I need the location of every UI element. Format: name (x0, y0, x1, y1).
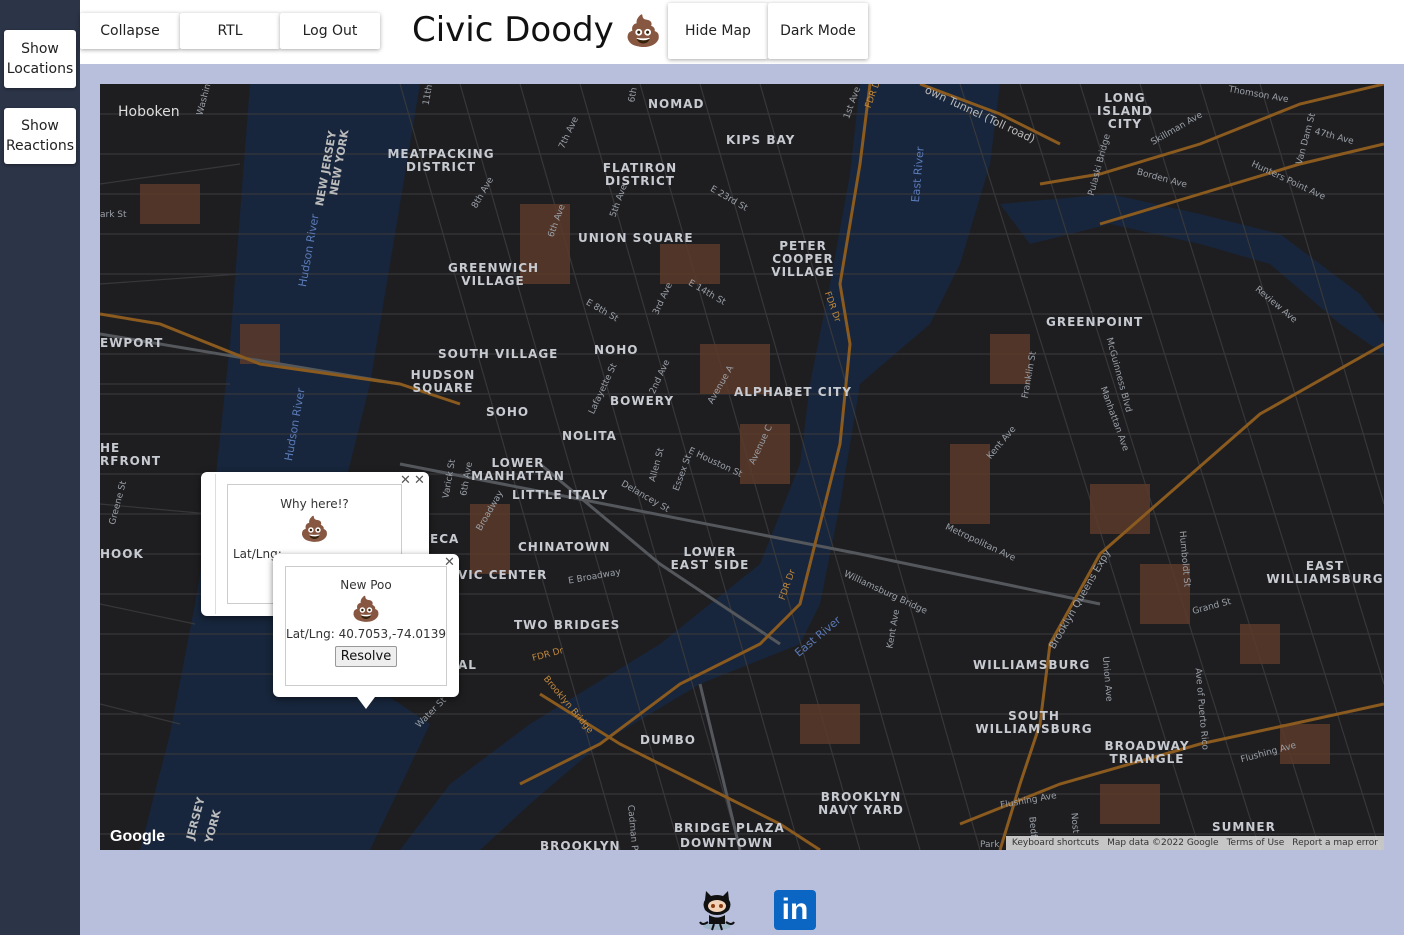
map-label: HE RFRONT (100, 441, 162, 468)
show-reactions-button[interactable]: Show Reactions (4, 108, 76, 164)
map-label: Hoboken (118, 104, 180, 120)
poo-icon: 💩 (299, 515, 330, 543)
map-label: VIC CENTER (458, 568, 548, 582)
map-label: HOOK (100, 547, 144, 561)
report-title: New Poo (340, 578, 392, 592)
map-label: SUMNER (1212, 820, 1276, 834)
logout-button[interactable]: Log Out (280, 13, 380, 49)
app-title-text: Civic Doody (412, 10, 614, 50)
map-label: BROOKLYN NAVY YARD (818, 790, 904, 817)
map-label: TWO BRIDGES (514, 618, 621, 632)
street-label: Nost (1068, 812, 1081, 834)
map-label: BRIDGE PLAZA (674, 821, 785, 835)
map-label: ECA (430, 532, 460, 546)
map-label: SOUTH VILLAGE (438, 347, 559, 361)
street-label: ark St (100, 210, 127, 220)
map-label: LITTLE ITALY (512, 488, 609, 502)
map-label: FLATIRON DISTRICT (602, 161, 678, 188)
footer: in (80, 870, 1404, 935)
map-label: GREENPOINT (1046, 315, 1144, 329)
map-base-layer (100, 84, 1384, 850)
map-label: DOWNTOWN (680, 836, 774, 850)
map-label: LONG ISLAND CITY (1096, 91, 1154, 131)
keyboard-shortcuts-link[interactable]: Keyboard shortcuts (1012, 838, 1099, 848)
map-label: DUMBO (640, 733, 696, 747)
top-bar: Collapse RTL Log Out Civic Doody 💩 Hide … (80, 0, 1404, 64)
report-error-link[interactable]: Report a map error (1292, 838, 1378, 848)
map-data-text: Map data ©2022 Google (1107, 838, 1219, 848)
report-title: Why here!? (280, 497, 349, 511)
linkedin-icon[interactable]: in (774, 890, 816, 930)
latlng-text: Lat/Lng: 40.7053,-74.0139 (286, 627, 446, 641)
map-label: BROADWAY TRIANGLE (1104, 739, 1190, 766)
dark-mode-button[interactable]: Dark Mode (768, 3, 868, 59)
map-label: KIPS BAY (726, 133, 796, 147)
sidebar: Show Locations Show Reactions (0, 0, 80, 935)
map-label: WILLIAMSBURG (973, 658, 1091, 672)
map-label: BOWERY (610, 394, 675, 408)
poo-logo-icon: 💩 (624, 14, 662, 49)
map-label: LOWER EAST SIDE (670, 545, 750, 572)
map-label: AL (458, 658, 477, 672)
close-icon[interactable]: ✕ (414, 474, 425, 487)
poo-icon: 💩 (351, 595, 381, 623)
terms-link[interactable]: Terms of Use (1227, 838, 1285, 848)
map-label: ALPHABET CITY (734, 385, 852, 399)
linkedin-icon-text: in (781, 893, 809, 926)
map-label: NOLITA (562, 429, 617, 443)
map-label: PETER COOPER VILLAGE (771, 239, 835, 279)
street-label: Park (980, 840, 1000, 850)
info-window-pointer (357, 697, 375, 709)
resolve-button[interactable]: Resolve (334, 646, 398, 667)
info-window-front-content: New Poo 💩 Lat/Lng: 40.7053,-74.0139 Reso… (285, 566, 447, 686)
info-window-front: ✕ New Poo 💩 Lat/Lng: 40.7053,-74.0139 Re… (273, 554, 459, 709)
street-label: Bedf (1026, 816, 1039, 838)
collapse-button[interactable]: Collapse (80, 13, 180, 49)
google-logo: Google (110, 828, 166, 845)
map-label: UNION SQUARE (578, 231, 694, 245)
map-canvas[interactable]: Hoboken MEATPACKING DISTRICT NOMAD KIPS … (100, 84, 1384, 850)
hide-map-button[interactable]: Hide Map (668, 3, 768, 59)
map-label: NOMAD (648, 97, 705, 111)
map-label: BROOKLYN (540, 839, 621, 851)
map-attribution: Keyboard shortcuts Map data ©2022 Google… (1005, 836, 1384, 850)
show-locations-button[interactable]: Show Locations (4, 30, 76, 88)
map-label: EWPORT (100, 336, 164, 350)
map-label: CHINATOWN (518, 540, 611, 554)
map-label: SOHO (486, 405, 530, 419)
map-label: MEATPACKING DISTRICT (387, 147, 495, 174)
map-label: SOUTH WILLIAMSBURG (975, 709, 1093, 736)
map-label: EAST WILLIAMSBURG (1266, 559, 1384, 586)
map-label: HUDSON SQUARE (410, 368, 476, 395)
map-label: NOHO (594, 343, 639, 357)
github-octocat-icon[interactable] (694, 888, 740, 932)
map-label: GREENWICH VILLAGE (448, 261, 540, 288)
map-label: LOWER MANHATTAN (471, 456, 565, 483)
rtl-button[interactable]: RTL (180, 13, 280, 49)
app-title: Civic Doody 💩 (412, 10, 662, 50)
